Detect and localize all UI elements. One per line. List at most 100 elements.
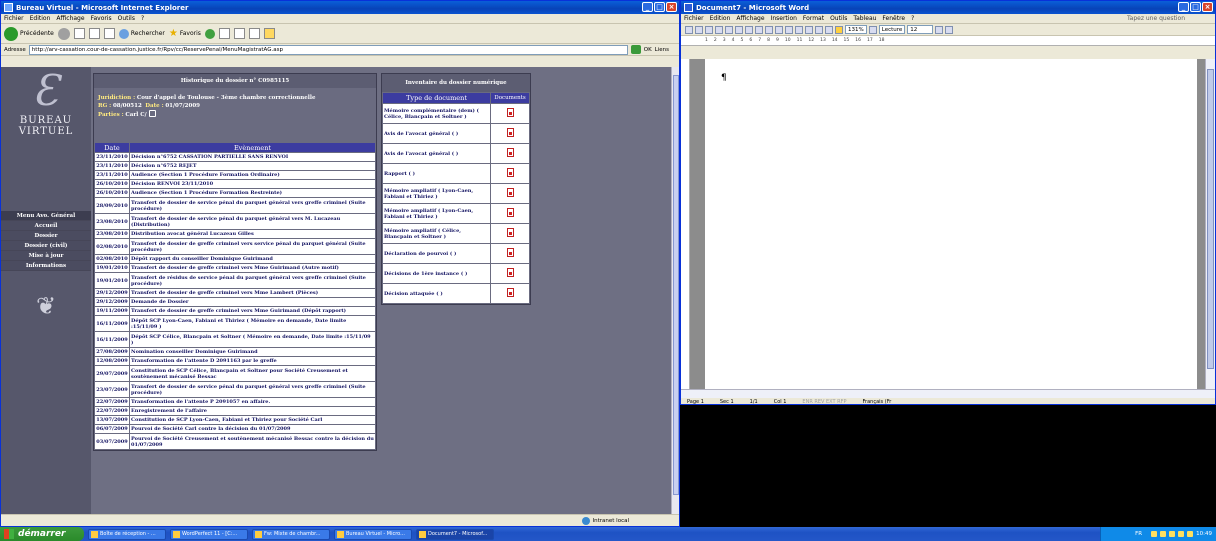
print-icon[interactable] — [233, 28, 245, 39]
stop-icon[interactable] — [73, 28, 85, 39]
clock[interactable]: 10:49 — [1196, 531, 1212, 537]
pdf-icon[interactable] — [506, 108, 514, 117]
address-input[interactable]: http://arv-cassation.cour-de-cassation.j… — [28, 44, 628, 55]
tray-icon[interactable] — [1160, 531, 1167, 537]
language-indicator[interactable]: FR — [1135, 531, 1142, 537]
pdf-icon[interactable] — [506, 228, 514, 237]
document-link[interactable] — [491, 164, 529, 183]
links-button[interactable]: Liens — [655, 47, 669, 53]
pdf-icon[interactable] — [506, 168, 514, 177]
new-doc-icon[interactable] — [685, 25, 693, 34]
preview-icon[interactable] — [725, 25, 733, 34]
nav-informations[interactable]: Informations — [1, 261, 91, 271]
nav-dossier[interactable]: Dossier — [1, 231, 91, 241]
document-link[interactable] — [491, 244, 529, 263]
word-minimize-button[interactable]: _ — [1178, 2, 1189, 12]
favorites-button[interactable]: ★ Favoris — [169, 28, 201, 39]
word-maximize-button[interactable]: □ — [1190, 2, 1201, 12]
word-scroll-thumb[interactable] — [1207, 69, 1214, 369]
word-menu-edition[interactable]: Edition — [710, 15, 731, 22]
menu-favoris[interactable]: Favoris — [91, 15, 112, 22]
mail-icon[interactable] — [218, 28, 230, 39]
word-menu-help[interactable]: ? — [911, 15, 914, 22]
font-size-select[interactable]: 12 — [907, 25, 934, 34]
redo-icon[interactable] — [785, 25, 793, 34]
refresh-icon[interactable] — [88, 28, 100, 39]
save-icon[interactable] — [705, 25, 713, 34]
table-icon[interactable] — [805, 25, 813, 34]
bold-icon[interactable] — [935, 25, 944, 34]
minimize-button[interactable]: _ — [642, 2, 653, 12]
back-button[interactable]: Précédente — [4, 26, 54, 41]
spell-icon[interactable] — [735, 25, 743, 34]
edit-parties-icon[interactable] — [148, 110, 156, 117]
document-link[interactable] — [491, 224, 529, 243]
open-icon[interactable] — [695, 25, 703, 34]
word-menu-affichage[interactable]: Affichage — [736, 15, 764, 22]
columns-icon[interactable] — [815, 25, 823, 34]
start-button[interactable]: démarrer — [0, 527, 84, 541]
menu-help[interactable]: ? — [141, 15, 144, 22]
tray-icon[interactable] — [1178, 531, 1185, 537]
task-email-fw[interactable]: Fw: Mixte de chambr... — [252, 528, 330, 540]
menu-outils[interactable]: Outils — [118, 15, 135, 22]
reading-mode-button[interactable]: Lecture — [878, 25, 906, 34]
ie-vertical-scrollbar[interactable] — [671, 67, 679, 514]
word-menu-insertion[interactable]: Insertion — [771, 15, 797, 22]
pdf-icon[interactable] — [506, 268, 514, 277]
document-link[interactable] — [491, 204, 529, 223]
word-title-bar[interactable]: Document7 - Microsoft Word _ □ × — [681, 1, 1215, 14]
highlight-icon[interactable] — [945, 25, 954, 34]
task-bureau-virtuel[interactable]: Bureau Virtuel - Micro... — [334, 528, 412, 540]
pdf-icon[interactable] — [506, 128, 514, 137]
document-link[interactable] — [491, 284, 529, 303]
go-button[interactable]: OK — [644, 47, 652, 53]
tray-icon[interactable] — [1187, 531, 1194, 537]
nav-dossier-civil[interactable]: Dossier (civil) — [1, 241, 91, 251]
ie-title-bar[interactable]: Bureau Virtuel - Microsoft Internet Expl… — [1, 1, 679, 14]
zoom-select[interactable]: 131% — [845, 25, 867, 34]
pdf-icon[interactable] — [506, 148, 514, 157]
print-icon[interactable] — [715, 25, 723, 34]
word-menu-tableau[interactable]: Tableau — [853, 15, 876, 22]
document-page[interactable]: ¶ — [705, 59, 1197, 389]
folder-icon[interactable] — [263, 28, 275, 39]
word-close-button[interactable]: × — [1202, 2, 1213, 12]
task-document7[interactable]: Document7 - Microsof... — [416, 528, 494, 540]
pdf-icon[interactable] — [506, 208, 514, 217]
maximize-button[interactable]: □ — [654, 2, 665, 12]
tray-icon[interactable] — [1151, 531, 1158, 537]
pdf-icon[interactable] — [506, 248, 514, 257]
forward-button[interactable] — [57, 27, 70, 40]
home-icon[interactable] — [103, 28, 115, 39]
scroll-thumb[interactable] — [673, 75, 679, 495]
tray-icon[interactable] — [1169, 531, 1176, 537]
task-outlook[interactable]: Boîte de réception - ... — [88, 528, 166, 540]
menu-fichier[interactable]: Fichier — [4, 15, 24, 22]
word-menu-outils[interactable]: Outils — [830, 15, 847, 22]
pdf-icon[interactable] — [506, 288, 514, 297]
document-link[interactable] — [491, 144, 529, 163]
drawing-icon[interactable] — [825, 25, 833, 34]
word-menu-fichier[interactable]: Fichier — [684, 15, 704, 22]
help-question-box[interactable]: Tapez une question — [1127, 15, 1185, 22]
document-link[interactable] — [491, 104, 529, 123]
menu-affichage[interactable]: Affichage — [56, 15, 84, 22]
document-link[interactable] — [491, 264, 529, 283]
word-menu-format[interactable]: Format — [803, 15, 824, 22]
hyperlink-icon[interactable] — [795, 25, 803, 34]
go-icon[interactable] — [630, 45, 641, 54]
history-icon[interactable] — [204, 28, 215, 39]
paste-icon[interactable] — [765, 25, 773, 34]
close-button[interactable]: × — [666, 2, 677, 12]
pdf-icon[interactable] — [506, 188, 514, 197]
menu-edition[interactable]: Edition — [30, 15, 51, 22]
word-horizontal-scrollbar[interactable] — [681, 389, 1215, 398]
document-link[interactable] — [491, 124, 529, 143]
word-vertical-scrollbar[interactable] — [1205, 59, 1215, 389]
nav-mise-a-jour[interactable]: Mise à jour — [1, 251, 91, 261]
show-hide-icon[interactable] — [835, 25, 843, 34]
word-menu-fenetre[interactable]: Fenêtre — [882, 15, 905, 22]
document-link[interactable] — [491, 184, 529, 203]
copy-icon[interactable] — [755, 25, 763, 34]
